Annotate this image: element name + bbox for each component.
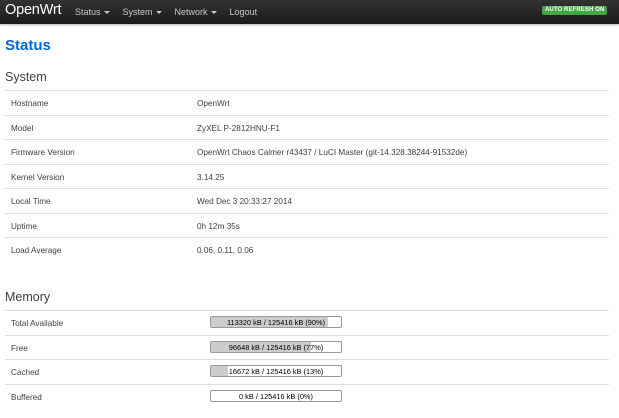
menu-system[interactable]: System [123, 0, 162, 24]
memory-section-title: Memory [5, 290, 51, 304]
table-row: Cached 16672 kB / 125416 kB (13%) [5, 359, 609, 384]
table-row: Total Available 113320 kB / 125416 kB (9… [5, 310, 609, 335]
row-value: ZyXEL P-2812HNU-F1 [197, 123, 280, 133]
progress-text: 96648 kB / 125416 kB (77%) [228, 342, 324, 352]
row-value: 0h 12m 35s [197, 221, 240, 231]
table-row: Local Time Wed Dec 3 20:33:27 2014 [5, 188, 609, 213]
row-value: Wed Dec 3 20:33:27 2014 [197, 197, 292, 206]
progress-bar: 0 kB / 125416 kB (0%) [210, 389, 342, 402]
menu-status-label: Status [75, 7, 101, 17]
brand-logo[interactable]: OpenWrt [5, 2, 62, 18]
page-title: Status [5, 37, 51, 54]
row-label: Model [11, 123, 34, 133]
row-label: Cached [11, 368, 40, 377]
progress-bar: 96648 kB / 125416 kB (77%) [210, 340, 342, 353]
table-row: Load Average 0.06, 0.11, 0.06 [5, 237, 609, 262]
row-label: Free [11, 343, 28, 353]
row-value: OpenWrt Chaos Calmer r43437 / LuCI Maste… [197, 148, 468, 157]
row-label: Hostname [11, 99, 49, 108]
row-label: Kernel Version [11, 172, 65, 182]
menu-logout-label: Logout [229, 7, 258, 17]
system-section-title: System [5, 70, 47, 84]
row-label: Uptime [11, 221, 37, 231]
table-row: Hostname OpenWrt [5, 90, 609, 115]
table-row: Model ZyXEL P-2812HNU-F1 [5, 114, 609, 140]
table-row: Free 96648 kB / 125416 kB (77%) [5, 334, 609, 360]
row-label: Total Available [11, 319, 64, 328]
top-navbar: OpenWrt Status System Network Logout AUT… [0, 0, 619, 24]
chevron-down-icon [155, 11, 162, 14]
system-info-table: Hostname OpenWrt Model ZyXEL P-2812HNU-F… [5, 90, 609, 262]
auto-refresh-toggle[interactable]: AUTO REFRESH ON [542, 6, 608, 15]
menu-logout[interactable]: Logout [230, 0, 258, 24]
chevron-down-icon [210, 11, 217, 14]
progress-bar: 113320 kB / 125416 kB (90%) [210, 316, 342, 328]
table-row: Firmware Version OpenWrt Chaos Calmer r4… [5, 139, 609, 164]
menu-status[interactable]: Status [75, 0, 110, 24]
row-value: OpenWrt [197, 99, 230, 108]
row-label: Buffered [11, 392, 42, 402]
row-value: 0.06, 0.11, 0.06 [197, 246, 254, 255]
table-row: Kernel Version 3.14.25 [5, 163, 609, 189]
main-menu: Status System Network Logout [75, 0, 270, 24]
menu-system-label: System [122, 7, 153, 17]
progress-text: 113320 kB / 125416 kB (90%) [226, 318, 326, 327]
progress-text: 0 kB / 125416 kB (0%) [239, 391, 313, 401]
table-row: Buffered 0 kB / 125416 kB (0%) [5, 383, 609, 409]
row-label: Local Time [11, 197, 51, 206]
row-value: 3.14.25 [197, 172, 225, 182]
menu-network-label: Network [174, 7, 208, 17]
row-label: Load Average [11, 246, 62, 255]
row-label: Firmware Version [11, 148, 75, 157]
chevron-down-icon [103, 11, 110, 14]
progress-text: 16672 kB / 125416 kB (13%) [228, 367, 324, 376]
table-row: Uptime 0h 12m 35s [5, 212, 609, 238]
menu-network[interactable]: Network [175, 0, 217, 24]
progress-bar: 16672 kB / 125416 kB (13%) [210, 365, 342, 377]
memory-info-table: Total Available 113320 kB / 125416 kB (9… [5, 310, 609, 408]
